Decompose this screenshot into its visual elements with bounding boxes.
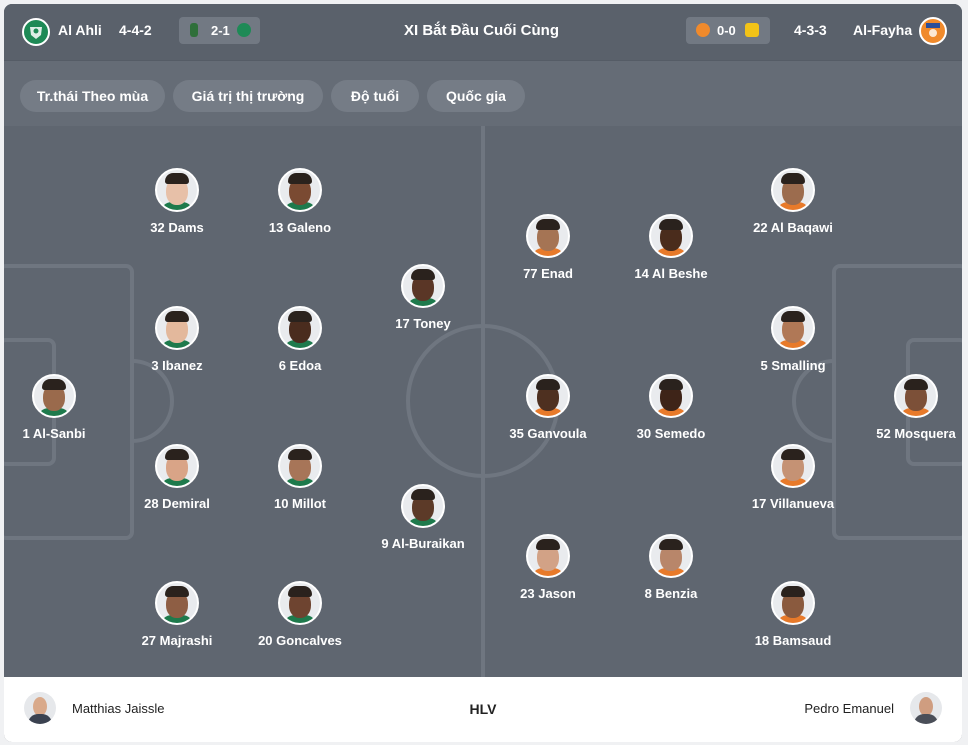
player-label: 5 Smalling bbox=[760, 358, 826, 373]
player-label: 8 Benzia bbox=[644, 586, 698, 601]
player-photo bbox=[155, 306, 199, 350]
player-photo bbox=[401, 264, 445, 308]
home-formation: 4-4-2 bbox=[119, 22, 152, 38]
lineup-filter-bar: Tr.thái Theo mùa Giá trị thị trường Độ t… bbox=[4, 60, 962, 126]
lineup-card: Al Ahli 4-4-2 2-1 XI Bắt Đầu Cuối Cùng 0… bbox=[4, 4, 962, 742]
player-label: 77 Enad bbox=[523, 266, 573, 281]
away-last-match-score[interactable]: 0-0 bbox=[686, 17, 770, 44]
away-team-name[interactable]: Al-Fayha bbox=[853, 22, 912, 38]
away-player[interactable]: 30 Semedo bbox=[601, 374, 741, 441]
opponent-crest-icon bbox=[190, 23, 198, 37]
home-player[interactable]: 6 Edoa bbox=[230, 306, 370, 373]
away-player[interactable]: 52 Mosquera bbox=[846, 374, 962, 441]
lineup-header: Al Ahli 4-4-2 2-1 XI Bắt Đầu Cuối Cùng 0… bbox=[4, 4, 962, 60]
player-label: 30 Semedo bbox=[636, 426, 706, 441]
player-photo bbox=[649, 374, 693, 418]
player-label: 32 Dams bbox=[150, 220, 204, 235]
home-player[interactable]: 3 Ibanez bbox=[107, 306, 247, 373]
away-player[interactable]: 35 Ganvoula bbox=[478, 374, 618, 441]
player-label: 3 Ibanez bbox=[151, 358, 203, 373]
player-label: 10 Millot bbox=[273, 496, 326, 511]
player-label: 20 Goncalves bbox=[258, 633, 342, 648]
al-fayha-crest-icon[interactable] bbox=[919, 17, 947, 45]
player-photo bbox=[771, 306, 815, 350]
home-player[interactable]: 32 Dams bbox=[107, 168, 247, 235]
away-player[interactable]: 8 Benzia bbox=[601, 534, 741, 601]
player-photo bbox=[155, 444, 199, 488]
away-player[interactable]: 14 Al Beshe bbox=[601, 214, 741, 281]
filter-season-form[interactable]: Tr.thái Theo mùa bbox=[20, 80, 165, 112]
away-player[interactable]: 77 Enad bbox=[478, 214, 618, 281]
player-photo bbox=[278, 306, 322, 350]
filter-age[interactable]: Độ tuổi bbox=[331, 80, 419, 112]
away-coach-avatar[interactable] bbox=[910, 692, 942, 724]
home-team-name[interactable]: Al Ahli bbox=[58, 22, 102, 38]
player-photo bbox=[278, 168, 322, 212]
player-photo bbox=[278, 581, 322, 625]
home-coach-avatar[interactable] bbox=[24, 692, 56, 724]
player-label: 22 Al Baqawi bbox=[753, 220, 833, 235]
home-player[interactable]: 27 Majrashi bbox=[107, 581, 247, 648]
player-photo bbox=[401, 484, 445, 528]
coach-label: HLV bbox=[469, 701, 497, 717]
home-player[interactable]: 20 Goncalves bbox=[230, 581, 370, 648]
away-player[interactable]: 18 Bamsaud bbox=[723, 581, 863, 648]
home-player[interactable]: 10 Millot bbox=[230, 444, 370, 511]
player-photo bbox=[155, 168, 199, 212]
player-photo bbox=[155, 581, 199, 625]
player-label: 6 Edoa bbox=[278, 358, 322, 373]
player-photo bbox=[526, 214, 570, 258]
player-photo bbox=[649, 534, 693, 578]
player-label: 13 Galeno bbox=[268, 220, 332, 235]
player-label: 23 Jason bbox=[520, 586, 576, 601]
player-label: 9 Al-Buraikan bbox=[381, 536, 465, 551]
coaches-bar: Matthias Jaissle HLV Pedro Emanuel bbox=[4, 677, 962, 742]
player-label: 17 Villanueva bbox=[751, 496, 835, 511]
home-player[interactable]: 28 Demiral bbox=[107, 444, 247, 511]
player-label: 14 Al Beshe bbox=[634, 266, 708, 281]
al-fayha-mini-crest-icon bbox=[696, 23, 710, 37]
al-ahli-mini-crest-icon bbox=[237, 23, 251, 37]
away-coach-name[interactable]: Pedro Emanuel bbox=[804, 701, 894, 716]
player-label: 1 Al-Sanbi bbox=[22, 426, 86, 441]
player-photo bbox=[894, 374, 938, 418]
away-player[interactable]: 23 Jason bbox=[478, 534, 618, 601]
player-photo bbox=[771, 444, 815, 488]
away-formation: 4-3-3 bbox=[794, 22, 827, 38]
player-photo bbox=[771, 581, 815, 625]
filter-market-value[interactable]: Giá trị thị trường bbox=[173, 80, 323, 112]
home-player[interactable]: 13 Galeno bbox=[230, 168, 370, 235]
player-label: 35 Ganvoula bbox=[509, 426, 587, 441]
player-photo bbox=[649, 214, 693, 258]
away-player[interactable]: 17 Villanueva bbox=[723, 444, 863, 511]
al-ahli-crest-icon[interactable] bbox=[22, 18, 50, 46]
away-player[interactable]: 22 Al Baqawi bbox=[723, 168, 863, 235]
player-label: 18 Bamsaud bbox=[754, 633, 832, 648]
player-photo bbox=[32, 374, 76, 418]
player-label: 17 Toney bbox=[395, 316, 451, 331]
player-photo bbox=[278, 444, 322, 488]
player-photo bbox=[526, 374, 570, 418]
lineup-title: XI Bắt Đầu Cuối Cùng bbox=[404, 22, 559, 39]
player-photo bbox=[526, 534, 570, 578]
football-pitch: 1 Al-Sanbi 32 Dams 3 Ibanez 28 Demiral 27 Ma… bbox=[4, 126, 962, 677]
home-last-match-score[interactable]: 2-1 bbox=[179, 17, 260, 44]
filter-nationality[interactable]: Quốc gia bbox=[427, 80, 525, 112]
home-player[interactable]: 17 Toney bbox=[353, 264, 493, 331]
home-player[interactable]: 9 Al-Buraikan bbox=[353, 484, 493, 551]
home-coach-name[interactable]: Matthias Jaissle bbox=[72, 701, 164, 716]
home-player[interactable]: 1 Al-Sanbi bbox=[4, 374, 124, 441]
player-label: 52 Mosquera bbox=[876, 426, 956, 441]
player-label: 28 Demiral bbox=[144, 496, 210, 511]
player-photo bbox=[771, 168, 815, 212]
player-label: 27 Majrashi bbox=[141, 633, 213, 648]
away-player[interactable]: 5 Smalling bbox=[723, 306, 863, 373]
opponent-crest-icon bbox=[745, 23, 759, 37]
